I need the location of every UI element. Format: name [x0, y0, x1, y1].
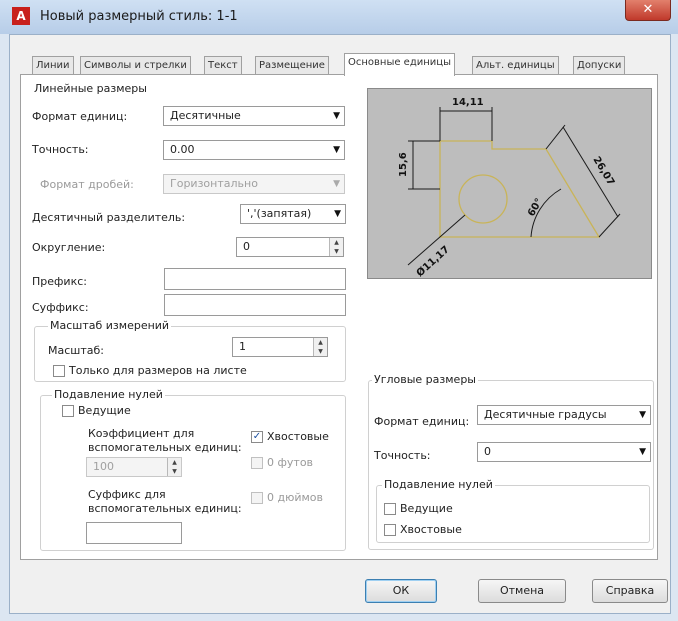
- spin-buttons[interactable]: ▲ ▼: [167, 458, 181, 476]
- dropdown-arrow-icon: ▼: [639, 410, 646, 420]
- decimal-separator-label: Десятичный разделитель:: [32, 211, 186, 224]
- zero-feet-checkbox[interactable]: [251, 457, 263, 469]
- round-off-spinner[interactable]: 0 ▲ ▼: [236, 237, 344, 257]
- scale-spinner[interactable]: 1 ▲ ▼: [232, 337, 328, 357]
- spin-buttons[interactable]: ▲ ▼: [313, 338, 327, 356]
- sub-unit-suffix-label-line1: Суффикс для: [88, 488, 166, 501]
- scale-value: 1: [239, 340, 246, 353]
- dropdown-arrow-icon: ▼: [333, 145, 340, 155]
- fraction-format-value: Горизонтально: [170, 177, 258, 190]
- dialog-window: A Новый размерный стиль: 1-1 ✕ Линии Сим…: [0, 0, 678, 621]
- layout-only-label: Только для размеров на листе: [69, 364, 247, 377]
- angular-zero-suppression-title: Подавление нулей: [382, 478, 495, 491]
- sub-unit-factor-label-line2: вспомогательных единиц:: [88, 441, 242, 454]
- dim-right-ext-top: [545, 124, 566, 150]
- decimal-separator-value: ','(запятая): [247, 207, 312, 220]
- cancel-button[interactable]: Отмена: [478, 579, 566, 603]
- unit-format-select[interactable]: Десятичные ▼: [163, 106, 345, 126]
- dropdown-arrow-icon: ▼: [334, 209, 341, 219]
- fraction-format-select[interactable]: Горизонтально ▼: [163, 174, 345, 194]
- dim-right-text: 26,07: [590, 155, 616, 188]
- angular-precision-label: Точность:: [374, 449, 431, 462]
- trailing-zeros-checkbox[interactable]: ✓: [251, 431, 263, 443]
- dim-right-ext-bottom: [598, 213, 621, 238]
- suffix-label: Суффикс:: [32, 301, 89, 314]
- leading-zeros-checkbox[interactable]: [62, 405, 74, 417]
- window-title: Новый размерный стиль: 1-1: [40, 9, 238, 24]
- prefix-input[interactable]: [164, 268, 346, 290]
- precision-value: 0.00: [170, 143, 195, 156]
- leading-zeros-label: Ведущие: [78, 404, 131, 417]
- preview-circle: [458, 174, 508, 224]
- dropdown-arrow-icon: ▼: [639, 447, 646, 457]
- angular-leading-label: Ведущие: [400, 502, 453, 515]
- sub-unit-suffix-input[interactable]: [86, 522, 182, 544]
- angular-unit-format-value: Десятичные градусы: [484, 408, 607, 421]
- fraction-format-label: Формат дробей:: [40, 178, 134, 191]
- zero-inches-label: 0 дюймов: [267, 491, 324, 504]
- angular-precision-value: 0: [484, 445, 491, 458]
- spin-down-icon: ▼: [334, 248, 339, 255]
- round-off-value: 0: [243, 240, 250, 253]
- dim-top-text: 14,11: [452, 97, 484, 108]
- zero-suppression-title: Подавление нулей: [52, 388, 165, 401]
- angular-leading-checkbox[interactable]: [384, 503, 396, 515]
- spin-up-icon: ▲: [172, 459, 177, 466]
- tab-lines[interactable]: Линии: [32, 56, 74, 75]
- unit-format-label: Формат единиц:: [32, 110, 128, 123]
- autocad-app-icon: A: [12, 7, 30, 25]
- dropdown-arrow-icon: ▼: [333, 179, 340, 189]
- title-bar: A Новый размерный стиль: 1-1 ✕: [0, 0, 678, 34]
- preview-part-outline: [439, 140, 601, 238]
- spin-buttons[interactable]: ▲ ▼: [329, 238, 343, 256]
- tab-fit[interactable]: Размещение: [255, 56, 329, 75]
- sub-unit-factor-spinner[interactable]: 100 ▲ ▼: [86, 457, 182, 477]
- tab-text[interactable]: Текст: [204, 56, 242, 75]
- help-button[interactable]: Справка: [592, 579, 668, 603]
- tab-alternate-units[interactable]: Альт. единицы: [472, 56, 559, 75]
- spin-up-icon: ▲: [318, 339, 323, 346]
- tab-tolerances[interactable]: Допуски: [573, 56, 626, 75]
- angular-trailing-checkbox[interactable]: [384, 524, 396, 536]
- zero-inches-checkbox[interactable]: [251, 492, 263, 504]
- dimension-preview: 14,11 15,6 26,07 60° Ø11,17: [367, 88, 652, 279]
- measurement-scale-title: Масштаб измерений: [48, 319, 172, 332]
- ok-button[interactable]: ОК: [365, 579, 437, 603]
- suffix-input[interactable]: [164, 294, 346, 316]
- dim-angle-text: 60°: [526, 197, 545, 219]
- close-button[interactable]: ✕: [625, 0, 671, 21]
- layout-only-checkbox[interactable]: [53, 365, 65, 377]
- decimal-separator-select[interactable]: ','(запятая) ▼: [240, 204, 346, 224]
- precision-label: Точность:: [32, 143, 89, 156]
- angular-precision-select[interactable]: 0 ▼: [477, 442, 651, 462]
- preview-drawing: 14,11 15,6 26,07 60° Ø11,17: [398, 97, 621, 279]
- spin-up-icon: ▲: [334, 239, 339, 246]
- sub-unit-factor-label-line1: Коэффициент для: [88, 427, 195, 440]
- sub-unit-suffix-label-line2: вспомогательных единиц:: [88, 502, 242, 515]
- dim-left-text: 15,6: [398, 152, 409, 177]
- unit-format-value: Десятичные: [170, 109, 241, 122]
- prefix-label: Префикс:: [32, 275, 87, 288]
- angular-unit-format-select[interactable]: Десятичные градусы ▼: [477, 405, 651, 425]
- trailing-zeros-label: Хвостовые: [267, 430, 329, 443]
- angular-unit-format-label: Формат единиц:: [374, 415, 470, 428]
- tab-primary-units[interactable]: Основные единицы: [344, 53, 455, 76]
- sub-unit-factor-value: 100: [93, 460, 114, 473]
- tab-symbols-arrows[interactable]: Символы и стрелки: [80, 56, 191, 75]
- dim-diameter-text: Ø11,17: [414, 243, 452, 278]
- angular-trailing-label: Хвостовые: [400, 523, 462, 536]
- scale-label: Масштаб:: [48, 344, 104, 357]
- round-off-label: Округление:: [32, 241, 106, 254]
- angular-dimensions-title: Угловые размеры: [372, 373, 478, 386]
- zero-feet-label: 0 футов: [267, 456, 314, 469]
- spin-down-icon: ▼: [318, 348, 323, 355]
- spin-down-icon: ▼: [172, 468, 177, 475]
- precision-select[interactable]: 0.00 ▼: [163, 140, 345, 160]
- dropdown-arrow-icon: ▼: [333, 111, 340, 121]
- linear-dimensions-title: Линейные размеры: [34, 82, 147, 95]
